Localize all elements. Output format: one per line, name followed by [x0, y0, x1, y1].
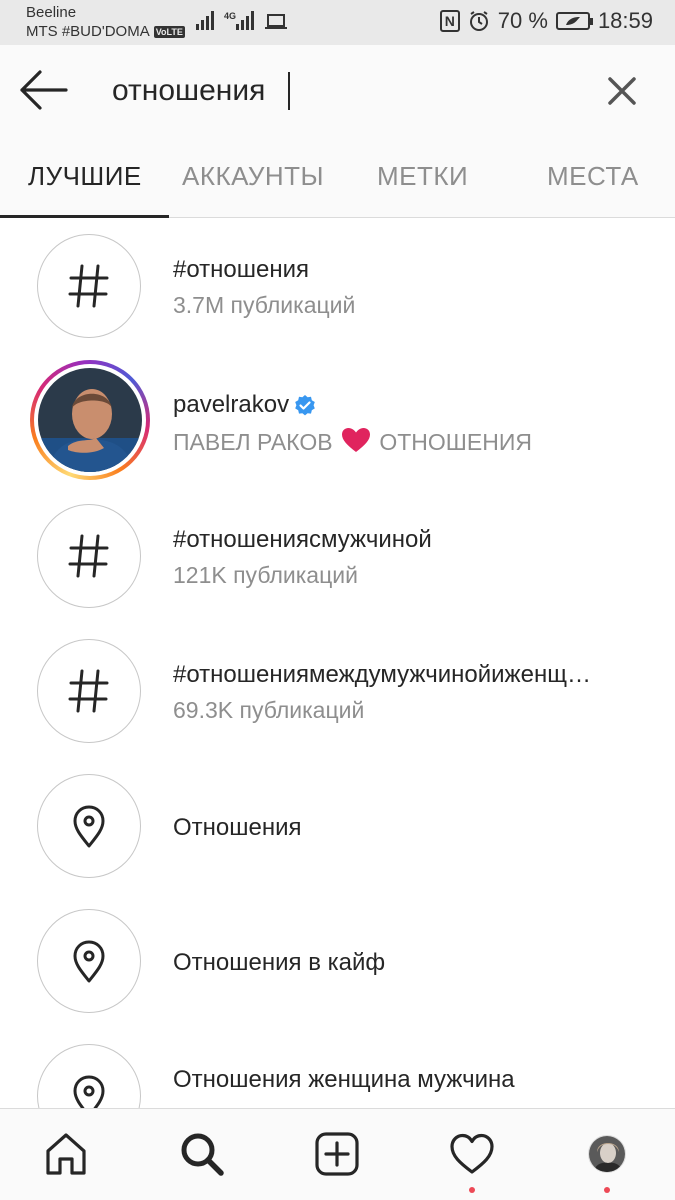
battery-percent: 70 % [497, 8, 548, 33]
account-fullname-part2: ОТНОШЕНИЯ [379, 429, 532, 455]
location-pin-icon [37, 1044, 141, 1108]
result-hashtag[interactable]: #отношениясмужчиной 121K публикаций [0, 488, 675, 623]
account-username-row: pavelrakov [173, 391, 317, 419]
result-title: #отношениямеждумужчинойиженщ… [173, 661, 591, 688]
hashtag-icon [37, 639, 141, 743]
status-bar: Beeline MTS #BUD'DOMA VoLTE 4G N 70 % 18… [0, 0, 675, 45]
account-fullname-part1: ПАВЕЛ РАКОВ [173, 429, 333, 455]
result-subtitle: 69.3K публикаций [173, 697, 365, 723]
result-title: Отношения женщина мужчина [173, 1066, 515, 1093]
status-right: N 70 % 18:59 [439, 8, 653, 34]
search-icon [181, 1133, 224, 1176]
story-ring [30, 360, 150, 480]
hashtag-icon [37, 234, 141, 338]
location-pin-icon [37, 909, 141, 1013]
network-type: 4G [224, 11, 237, 21]
battery-icon [555, 12, 593, 30]
location-pin-icon [37, 774, 141, 878]
new-post-icon [315, 1132, 359, 1176]
nav-new-post-button[interactable] [312, 1129, 362, 1179]
alarm-icon [469, 11, 488, 31]
home-icon [46, 1133, 86, 1175]
profile-notification-dot [604, 1187, 610, 1193]
carrier-secondary: MTS #BUD'DOMA VoLTE [26, 23, 185, 40]
result-title: #отношениясмужчиной [173, 526, 432, 553]
close-icon [608, 77, 636, 105]
clear-search-button[interactable] [604, 73, 640, 109]
account-username: pavelrakov [173, 391, 290, 418]
nav-activity-button[interactable] [447, 1129, 497, 1179]
nav-home-button[interactable] [41, 1129, 91, 1179]
result-title: #отношения [173, 256, 310, 283]
result-subtitle: 121K публикаций [173, 562, 358, 588]
result-account[interactable]: pavelrakov ПАВЕЛ РАКОВ ОТНОШЕНИЯ [0, 353, 675, 488]
bottom-navigation [0, 1108, 675, 1200]
search-tabs: ЛУЧШИЕ АККАУНТЫ МЕТКИ МЕСТА [0, 135, 675, 218]
activity-notification-dot [469, 1187, 475, 1193]
carrier-secondary-label: MTS #BUD'DOMA [26, 23, 150, 40]
profile-avatar [588, 1135, 626, 1173]
tab-tags[interactable]: МЕТКИ [377, 161, 468, 192]
result-hashtag[interactable]: #отношения 3.7M публикаций [0, 218, 675, 353]
result-title: Отношения в кайф [173, 949, 386, 976]
text-cursor [288, 72, 290, 110]
arrow-left-icon [20, 70, 68, 110]
tab-top[interactable]: ЛУЧШИЕ [28, 161, 142, 192]
result-place[interactable]: Отношения в кайф [0, 893, 675, 1028]
tab-places[interactable]: МЕСТА [547, 161, 639, 192]
nav-search-button[interactable] [177, 1129, 227, 1179]
search-input[interactable] [112, 71, 572, 111]
nfc-icon: N [439, 10, 460, 32]
nav-profile-button[interactable] [582, 1129, 632, 1179]
red-heart-emoji-icon [341, 428, 370, 452]
result-place[interactable]: Отношения женщина мужчина [0, 1028, 675, 1108]
result-subtitle: 3.7M публикаций [173, 292, 356, 318]
signal-strength-icon-2 [236, 10, 254, 30]
hashtag-icon [37, 504, 141, 608]
carrier-primary: Beeline [26, 4, 77, 21]
result-place[interactable]: Отношения [0, 758, 675, 893]
search-header [0, 45, 675, 135]
account-fullname: ПАВЕЛ РАКОВ ОТНОШЕНИЯ [173, 427, 532, 456]
clock: 18:59 [597, 8, 653, 33]
result-hashtag[interactable]: #отношениямеждумужчинойиженщ… 69.3K публ… [0, 623, 675, 758]
volte-badge: VoLTE [153, 25, 185, 38]
verified-badge-icon [295, 394, 315, 416]
laptop-icon [265, 14, 287, 29]
activity-heart-icon [450, 1133, 494, 1174]
back-button[interactable] [18, 67, 70, 113]
result-title: Отношения [173, 814, 302, 841]
avatar [38, 368, 142, 472]
signal-strength-icon [196, 10, 214, 30]
tab-accounts[interactable]: АККАУНТЫ [182, 161, 324, 192]
